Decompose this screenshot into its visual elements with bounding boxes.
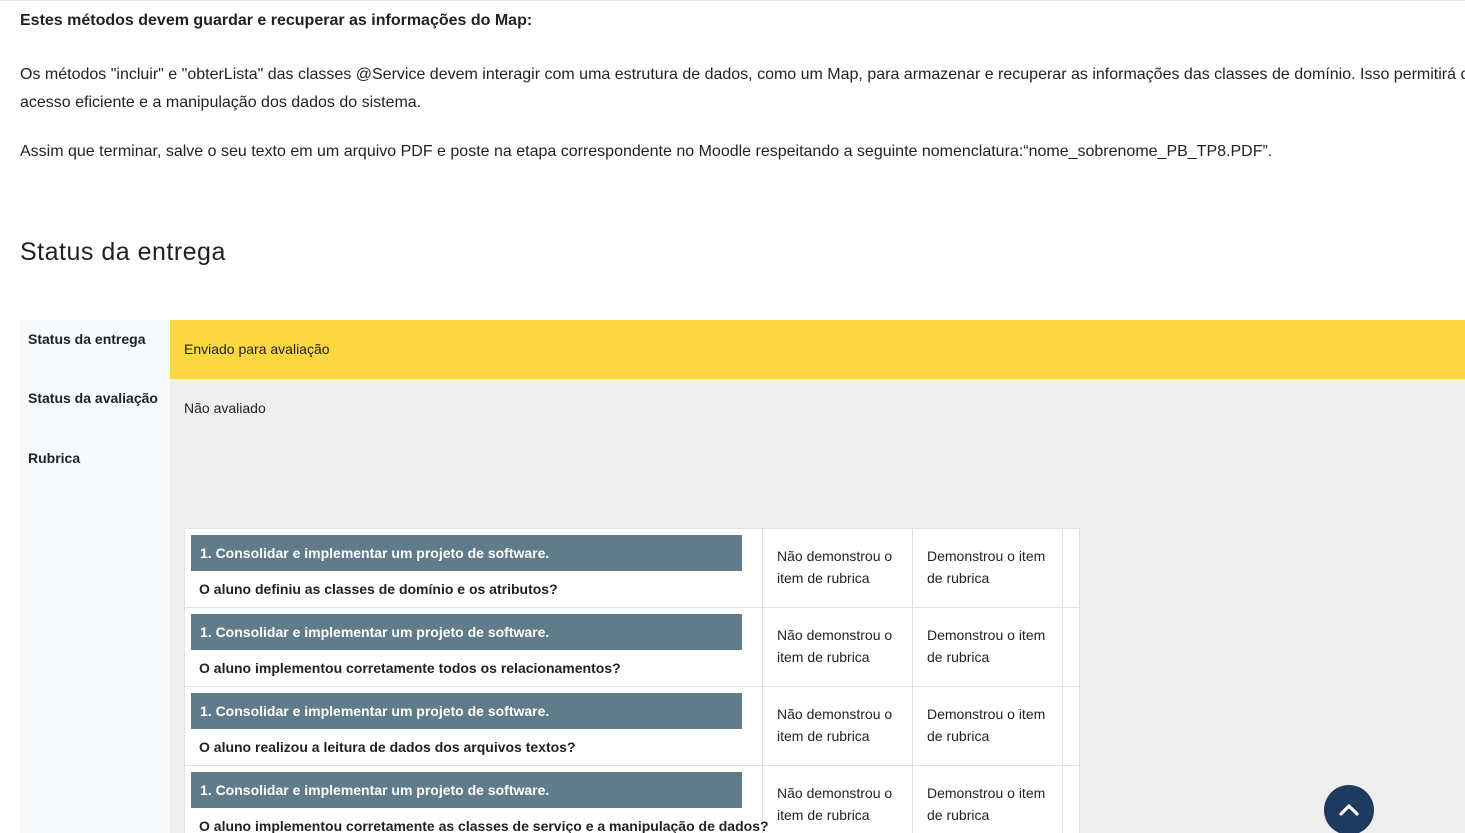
level-demonstrated[interactable]: Demonstrou o item de rubrica xyxy=(913,608,1063,686)
back-to-top-button[interactable] xyxy=(1324,785,1374,833)
submission-instructions: Assim que terminar, salve o seu texto em… xyxy=(20,143,1273,160)
criterion-title: 1. Consolidar e implementar um projeto d… xyxy=(191,535,742,571)
top-divider xyxy=(0,0,1465,1)
remark-cell xyxy=(1063,608,1077,686)
criterion-cell: 1. Consolidar e implementar um projeto d… xyxy=(185,529,763,607)
criterion-cell: 1. Consolidar e implementar um projeto d… xyxy=(185,766,769,833)
rubric-label: Rubrica xyxy=(20,439,170,833)
remark-cell xyxy=(1063,766,1077,833)
criterion-cell: 1. Consolidar e implementar um projeto d… xyxy=(185,608,763,686)
instructions-paragraph: Os métodos "incluir" e "obterLista" das … xyxy=(20,66,1465,111)
level-demonstrated[interactable]: Demonstrou o item de rubrica xyxy=(913,529,1063,607)
level-not-demonstrated[interactable]: Não demonstrou o item de rubrica xyxy=(763,608,913,686)
rubric-criterion-row: 1. Consolidar e implementar um projeto d… xyxy=(185,687,1079,766)
criterion-title: 1. Consolidar e implementar um projeto d… xyxy=(191,614,742,650)
criterion-title: 1. Consolidar e implementar um projeto d… xyxy=(191,772,742,808)
criterion-description: O aluno realizou a leitura de dados dos … xyxy=(199,739,576,755)
criterion-cell: 1. Consolidar e implementar um projeto d… xyxy=(185,687,763,765)
level-not-demonstrated[interactable]: Não demonstrou o item de rubrica xyxy=(763,529,913,607)
level-not-demonstrated[interactable]: Não demonstrou o item de rubrica xyxy=(763,687,913,765)
rubric-row: Rubrica 1. Consolidar e implementar um p… xyxy=(20,439,1465,833)
rubric-container: 1. Consolidar e implementar um projeto d… xyxy=(170,439,1465,833)
rubric-criterion-row: 1. Consolidar e implementar um projeto d… xyxy=(185,766,1079,833)
level-not-demonstrated[interactable]: Não demonstrou o item de rubrica xyxy=(763,766,913,833)
level-demonstrated[interactable]: Demonstrou o item de rubrica xyxy=(913,687,1063,765)
level-demonstrated[interactable]: Demonstrou o item de rubrica xyxy=(913,766,1063,833)
remark-cell xyxy=(1063,529,1077,607)
submission-status-value: Enviado para avaliação xyxy=(170,320,1465,379)
submission-status-label: Status da entrega xyxy=(20,320,170,379)
criterion-description: O aluno implementou corretamente todos o… xyxy=(199,660,621,676)
criterion-description: O aluno implementou corretamente as clas… xyxy=(199,818,769,833)
grading-status-label: Status da avaliação xyxy=(20,379,170,439)
rubric-criterion-row: 1. Consolidar e implementar um projeto d… xyxy=(185,529,1079,608)
rubric-table: 1. Consolidar e implementar um projeto d… xyxy=(184,528,1080,833)
assignment-page: Estes métodos devem guardar e recuperar … xyxy=(0,0,1465,833)
remark-cell xyxy=(1063,687,1077,765)
grading-status-value: Não avaliado xyxy=(170,379,1465,439)
section-title: Status da entrega xyxy=(20,238,226,266)
submission-status-row: Status da entrega Enviado para avaliação xyxy=(20,320,1465,380)
rubric-criterion-row: 1. Consolidar e implementar um projeto d… xyxy=(185,608,1079,687)
grading-status-row: Status da avaliação Não avaliado xyxy=(20,379,1465,440)
instructions-heading: Estes métodos devem guardar e recuperar … xyxy=(20,12,533,29)
criterion-description: O aluno definiu as classes de domínio e … xyxy=(199,581,558,597)
criterion-title: 1. Consolidar e implementar um projeto d… xyxy=(191,693,742,729)
chevron-up-icon xyxy=(1339,804,1359,816)
